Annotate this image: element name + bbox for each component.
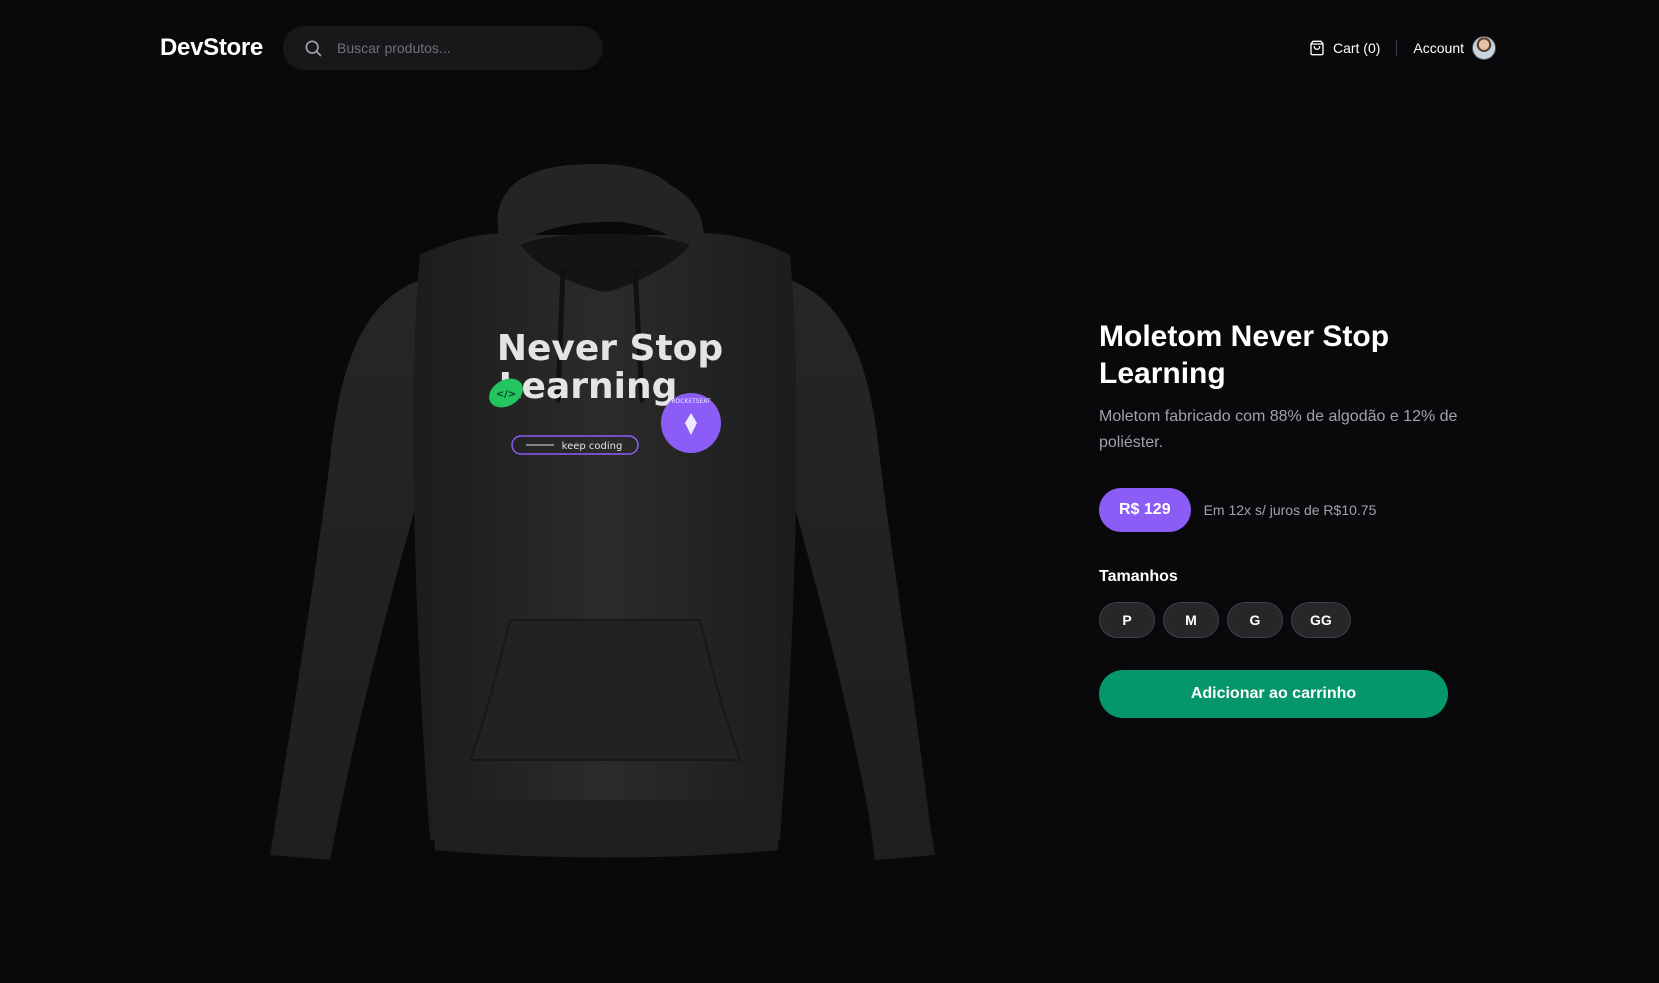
print-badge-text: ROCKETSEAT xyxy=(671,398,711,405)
price-badge: R$ 129 xyxy=(1099,488,1191,532)
cart-label: Cart (0) xyxy=(1332,40,1381,56)
search-input[interactable] xyxy=(334,39,583,57)
header-right: Cart (0) Account xyxy=(1309,36,1496,60)
cart-link[interactable]: Cart (0) xyxy=(1309,40,1380,56)
shopping-bag-icon xyxy=(1310,40,1324,56)
header-divider xyxy=(1396,40,1398,56)
hoodie-pocket xyxy=(468,619,742,761)
header-left: DevStore xyxy=(160,26,603,70)
print-line1: Never Stop xyxy=(497,328,723,369)
product-details: Moletom Never Stop Learning Moletom fabr… xyxy=(1099,318,1459,718)
print-tagline: keep coding xyxy=(562,441,623,452)
hoodie-waistband xyxy=(432,800,780,858)
product-title: Moletom Never Stop Learning xyxy=(1099,320,1390,390)
hoodie-left-sleeve xyxy=(270,280,420,860)
price-row: R$ 129 Em 12x s/ juros de R$10.75 xyxy=(1099,488,1459,532)
size-button-gg[interactable]: GG xyxy=(1291,602,1351,638)
site-header: DevStore Cart (0) Account xyxy=(160,26,1496,70)
hoodie-right-sleeve xyxy=(790,280,935,860)
search-icon xyxy=(305,40,322,57)
account-link[interactable]: Account xyxy=(1413,36,1496,60)
avatar[interactable] xyxy=(1472,36,1496,60)
sizes-label: Tamanhos xyxy=(1099,568,1178,585)
product-description: Moletom fabricado com 88% de algodão e 1… xyxy=(1099,408,1458,451)
size-options: P M G GG xyxy=(1099,602,1459,638)
search-box[interactable] xyxy=(282,26,603,70)
size-button-p[interactable]: P xyxy=(1099,602,1155,638)
installments-text: Em 12x s/ juros de R$10.75 xyxy=(1203,502,1377,518)
size-button-g[interactable]: G xyxy=(1227,602,1283,638)
print-code-tag: </> xyxy=(496,389,516,400)
print-line2: Learning xyxy=(499,366,678,407)
size-button-m[interactable]: M xyxy=(1163,602,1219,638)
account-label: Account xyxy=(1413,40,1464,56)
add-to-cart-button[interactable]: Adicionar ao carrinho xyxy=(1099,670,1448,718)
product-image: Never Stop Learning keep coding </> ROCK… xyxy=(270,164,935,860)
store-logo[interactable]: DevStore xyxy=(160,34,263,62)
